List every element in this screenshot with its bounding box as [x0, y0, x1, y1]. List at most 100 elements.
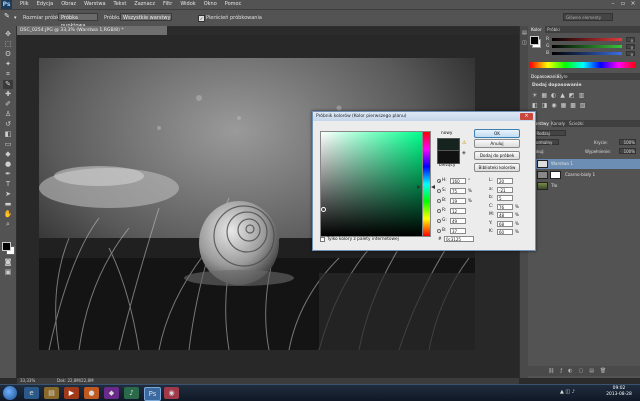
tool-preset-chevron-icon[interactable]: ▾ — [14, 14, 17, 22]
color-channel-slider[interactable] — [552, 38, 622, 41]
pen-tool-icon[interactable]: ✒ — [3, 170, 13, 179]
field-input[interactable]: 12 — [450, 208, 466, 214]
channel-radio[interactable] — [437, 199, 441, 203]
hue-right-arrow-icon[interactable] — [431, 185, 435, 189]
firefox-icon[interactable]: ● — [84, 387, 99, 399]
restore-icon[interactable]: ▫ — [618, 0, 628, 8]
field-input[interactable]: 20 — [497, 178, 513, 184]
sample-select[interactable]: Wszystkie warstwy — [120, 13, 172, 21]
hex-input[interactable]: 0c3125 — [444, 236, 474, 242]
ok-button[interactable]: OK — [474, 129, 520, 138]
menu-window[interactable]: Okno — [200, 1, 221, 8]
layers-footer-icons[interactable]: ⛓ƒ◐▢▤🗑 — [528, 366, 640, 376]
tab-styles[interactable]: Style — [554, 73, 571, 80]
field-input[interactable]: 37 — [450, 228, 466, 234]
color-channel-slider[interactable] — [552, 45, 622, 48]
field-input[interactable]: 160 — [450, 178, 466, 184]
field-input[interactable]: 19 — [450, 198, 466, 204]
foreground-color-swatch[interactable] — [2, 242, 11, 251]
history-brush-icon[interactable]: ↺ — [3, 120, 13, 129]
color-channel-value[interactable]: 0 — [626, 37, 635, 43]
field-input[interactable]: 49 — [450, 218, 466, 224]
document-tab[interactable]: DSC_0254.JPG @ 33,3% (Warstwa 1,RGB/8) * — [17, 26, 167, 35]
field-input[interactable]: 68 — [497, 220, 513, 227]
color-ramp[interactable] — [530, 62, 636, 68]
menu-file[interactable]: Plik — [16, 1, 33, 8]
saturation-brightness-field[interactable] — [320, 131, 423, 237]
shape-tool-icon[interactable]: ▬ — [3, 200, 13, 209]
taskbar-clock[interactable]: 09:02 2013-08-28 — [602, 386, 636, 398]
layer-kind-filter[interactable]: ⌕ Rodzaj — [531, 130, 566, 136]
quick-mask-icon[interactable]: ◙ — [3, 258, 13, 267]
web-safe-cube-icon[interactable]: ◈ — [462, 150, 466, 156]
layer-row[interactable]: ◉ Tło — [528, 181, 640, 191]
close-window-icon[interactable]: × — [628, 0, 638, 8]
gamut-warning-icon[interactable]: ⚠ — [462, 140, 466, 146]
gradient-tool-icon[interactable]: ▭ — [3, 140, 13, 149]
opacity-input[interactable]: 100% — [619, 139, 636, 145]
lasso-tool-icon[interactable]: ʘ — [3, 50, 13, 59]
minimize-icon[interactable]: – — [608, 0, 618, 8]
quick-select-tool-icon[interactable]: ✦ — [3, 60, 13, 69]
channel-radio[interactable] — [437, 179, 441, 183]
hue-slider[interactable] — [422, 131, 431, 237]
color-channel-value[interactable]: 0 — [626, 51, 635, 57]
color-channel-value[interactable]: 0 — [626, 44, 635, 50]
add-to-swatches-button[interactable]: Dodaj do próbek — [474, 151, 520, 160]
ie-icon[interactable]: e — [24, 387, 39, 399]
eyedropper-tool-icon[interactable]: ✎ — [4, 12, 10, 20]
menu-type[interactable]: Tekst — [110, 1, 131, 8]
fill-input[interactable]: 100% — [619, 148, 636, 154]
zoom-tool-icon[interactable]: ⌕ — [3, 220, 13, 229]
history-icon[interactable]: ▤ — [522, 30, 527, 36]
path-select-icon[interactable]: ➤ — [3, 190, 13, 199]
channel-radio[interactable] — [437, 219, 441, 223]
brush-tool-icon[interactable]: ✐ — [3, 100, 13, 109]
healing-brush-icon[interactable]: ✚ — [3, 90, 13, 99]
adjustment-icons-row-2[interactable]: ◧◨◉▦▩▧ — [532, 102, 632, 110]
adjustment-icons-row-1[interactable]: ☀▦◐▲◩▥ — [532, 92, 632, 100]
crop-tool-icon[interactable]: ⌗ — [3, 70, 13, 79]
field-input[interactable]: 5 — [497, 195, 513, 201]
zoom-level[interactable]: 33,33% — [20, 378, 35, 383]
app-icon[interactable]: ♪ — [124, 387, 139, 399]
field-input[interactable]: -21 — [497, 186, 513, 193]
web-colors-only-checkbox[interactable] — [320, 237, 325, 242]
dialog-close-button[interactable]: × — [520, 113, 533, 120]
media-player-icon[interactable]: ▶ — [64, 387, 79, 399]
sampling-ring-checkbox[interactable]: ✓ — [198, 15, 205, 22]
menu-view[interactable]: Widok — [176, 1, 199, 8]
eraser-tool-icon[interactable]: ◧ — [3, 130, 13, 139]
field-input[interactable]: 48 — [497, 212, 513, 218]
start-button[interactable] — [3, 386, 17, 400]
channel-radio[interactable] — [437, 229, 441, 233]
field-input[interactable]: 75 — [450, 188, 466, 194]
hue-left-arrow-icon[interactable] — [417, 185, 421, 189]
channel-radio[interactable] — [437, 209, 441, 213]
menu-help[interactable]: Pomoc — [221, 1, 246, 8]
menu-image[interactable]: Obraz — [57, 1, 80, 8]
tab-color[interactable]: Kolor — [528, 26, 545, 33]
dodge-tool-icon[interactable]: ● — [3, 160, 13, 169]
app-icon[interactable]: ◆ — [104, 387, 119, 399]
color-marker[interactable] — [321, 207, 326, 212]
layer-row[interactable]: ◉ Warstwa 1 — [528, 159, 640, 169]
menu-edit[interactable]: Edycja — [33, 1, 58, 8]
move-tool-icon[interactable]: ✥ — [3, 30, 13, 39]
color-channel-slider[interactable] — [552, 52, 622, 55]
screen-mode-icon[interactable]: ▣ — [3, 268, 13, 277]
field-input[interactable]: 60 — [497, 229, 513, 235]
marquee-tool-icon[interactable]: ⬚ — [3, 40, 13, 49]
properties-icon[interactable]: ◫ — [522, 40, 527, 46]
blur-tool-icon[interactable]: ◆ — [3, 150, 13, 159]
tab-paths[interactable]: Ścieżki — [566, 120, 587, 127]
color-libraries-button[interactable]: Biblioteki kolorów — [474, 163, 520, 172]
app-icon[interactable]: ◉ — [164, 387, 179, 399]
fg-color-swatch[interactable] — [530, 36, 539, 45]
type-tool-icon[interactable]: T — [3, 180, 13, 189]
workspace-search[interactable]: Główne elementy — [563, 13, 613, 21]
tab-swatches[interactable]: Próbki — [544, 26, 563, 33]
menu-select[interactable]: Zaznacz — [130, 1, 159, 8]
photoshop-taskbar-icon[interactable]: Ps — [144, 387, 161, 401]
menu-filter[interactable]: Filtr — [159, 1, 176, 8]
